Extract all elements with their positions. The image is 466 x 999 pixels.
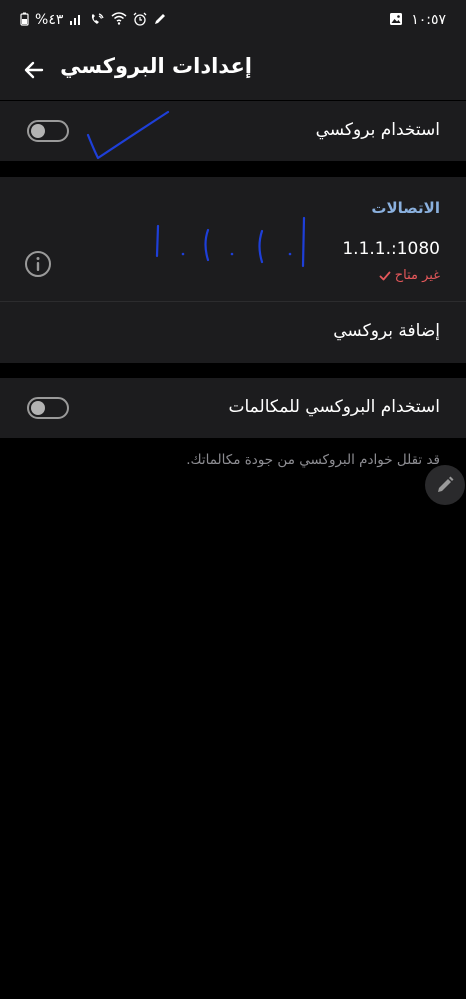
battery-icon (20, 12, 29, 29)
proxy-status: غير متاح (379, 268, 440, 283)
connections-section: الاتصالات 1.1.1.:1080 غير متاح إضافة برو… (0, 177, 466, 363)
toggle-knob (31, 124, 45, 138)
divider (0, 301, 466, 302)
status-time: ١٠:٥٧ (411, 12, 446, 28)
calls-proxy-hint: قد تقلل خوادم البروكسي من جودة مكالماتك. (186, 452, 440, 468)
wifi-icon (111, 12, 127, 28)
page-title: إعدادات البروكسي (60, 54, 252, 78)
app-bar: إعدادات البروكسي (0, 40, 466, 100)
connections-header: الاتصالات (371, 199, 440, 217)
toggle-knob (31, 401, 45, 415)
calls-proxy-label: استخدام البروكسي للمكالمات (228, 397, 441, 417)
edit-fab[interactable] (425, 465, 465, 505)
back-button[interactable] (18, 54, 50, 86)
use-proxy-row[interactable]: استخدام بروكسي (0, 101, 466, 161)
use-proxy-label: استخدام بروكسي (315, 120, 440, 140)
arrow-left-icon (24, 61, 44, 79)
add-proxy-button[interactable]: إضافة بروكسي (333, 321, 440, 341)
gallery-icon (389, 12, 403, 29)
status-left: %٤٣ (20, 12, 167, 29)
info-icon[interactable] (24, 250, 52, 278)
status-right: ١٠:٥٧ (389, 12, 446, 29)
use-proxy-toggle[interactable] (27, 120, 69, 142)
wifi-call-icon (89, 12, 105, 29)
proxy-status-text: غير متاح (394, 268, 440, 283)
battery-percent: %٤٣ (35, 12, 64, 28)
alarm-icon (133, 12, 147, 29)
calls-proxy-toggle[interactable] (27, 397, 69, 419)
proxy-address: 1.1.1.:1080 (342, 239, 440, 259)
pencil-icon (438, 476, 454, 492)
signal-icon (69, 13, 83, 28)
check-icon (379, 271, 391, 280)
edit-icon (153, 12, 167, 29)
status-bar: %٤٣ ١٠:٥٧ (0, 0, 466, 40)
calls-proxy-row[interactable]: استخدام البروكسي للمكالمات (0, 378, 466, 438)
